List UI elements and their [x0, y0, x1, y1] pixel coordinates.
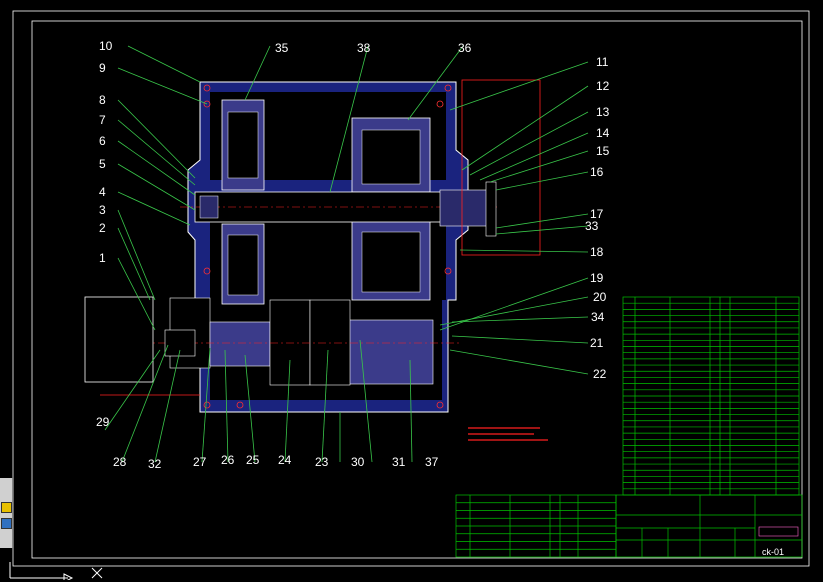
part-label: 28 — [113, 455, 127, 469]
part-label: 12 — [596, 79, 610, 93]
part-label: 37 — [425, 455, 439, 469]
part-label: 3 — [99, 203, 106, 217]
part-label: 14 — [596, 126, 610, 140]
part-label: 2 — [99, 221, 106, 235]
technical-requirements — [468, 427, 548, 441]
part-label: 8 — [99, 93, 106, 107]
part-label: 35 — [275, 41, 289, 55]
cad-side-toolbar — [0, 478, 13, 548]
part-label: 1 — [99, 251, 106, 265]
layer-icon[interactable] — [1, 502, 12, 513]
part-label: 4 — [99, 185, 106, 199]
part-label: 31 — [392, 455, 406, 469]
part-label: 18 — [590, 245, 604, 259]
part-label: 10 — [99, 39, 113, 53]
parts-list-table — [622, 296, 800, 496]
ucs-icon — [9, 562, 103, 580]
part-label: 26 — [221, 453, 235, 467]
title-block: ck-01 — [615, 494, 803, 558]
part-label: 15 — [596, 144, 610, 158]
motor-block — [84, 296, 154, 383]
part-label: 33 — [585, 219, 599, 233]
part-label: 6 — [99, 134, 106, 148]
part-label: 29 — [96, 415, 110, 429]
part-label: 27 — [193, 455, 207, 469]
part-label: 34 — [591, 310, 605, 324]
part-label: 11 — [596, 55, 609, 69]
part-label: 21 — [590, 336, 604, 350]
part-label: 25 — [246, 453, 260, 467]
part-label: 23 — [315, 455, 329, 469]
part-label: 19 — [590, 271, 604, 285]
part-label: 36 — [458, 41, 472, 55]
part-label: 30 — [351, 455, 365, 469]
part-label: 22 — [593, 367, 607, 381]
part-label: 24 — [278, 453, 292, 467]
part-label: 9 — [99, 61, 106, 75]
part-label: 38 — [357, 41, 371, 55]
part-label: 32 — [148, 457, 162, 471]
lower-parts-table — [455, 494, 617, 558]
cad-drawing-canvas[interactable]: 10 9 8 7 6 5 4 3 2 1 35 38 36 11 12 13 1… — [0, 0, 823, 582]
drawing-number: ck-01 — [762, 547, 784, 557]
part-label: 7 — [99, 113, 106, 127]
part-label: 20 — [593, 290, 607, 304]
part-label: 13 — [596, 105, 610, 119]
properties-icon[interactable] — [1, 518, 12, 529]
part-label: 5 — [99, 157, 106, 171]
part-label: 16 — [590, 165, 604, 179]
dimension-outline — [461, 79, 541, 256]
